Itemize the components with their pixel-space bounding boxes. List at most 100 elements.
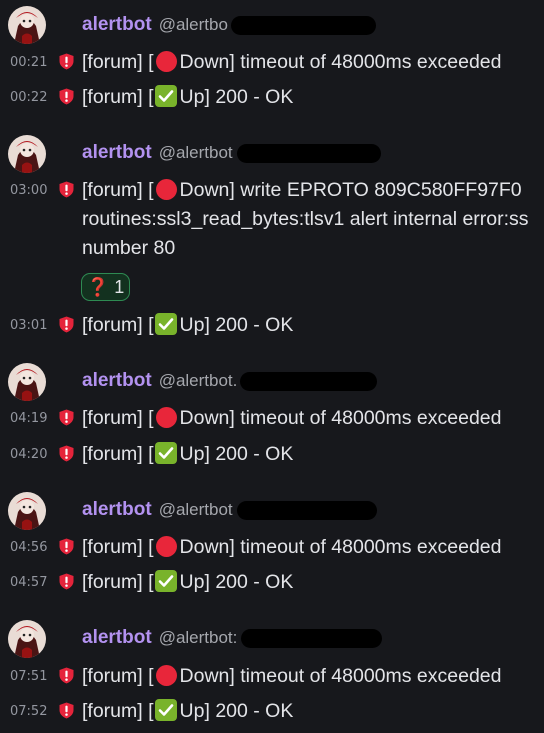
service-tag: [forum] bbox=[82, 443, 143, 465]
check-mark-icon bbox=[154, 570, 177, 592]
service-tag: [forum] bbox=[82, 86, 143, 108]
status-label: Up bbox=[179, 571, 205, 593]
message-header: alertbot @alertbot bbox=[82, 141, 233, 165]
message-timestamp[interactable]: 03:00 bbox=[10, 183, 47, 198]
message-header: alertbot @alertbot bbox=[82, 498, 233, 522]
redaction-bar bbox=[241, 629, 382, 648]
shield-alert-icon bbox=[59, 538, 74, 555]
status-detail: timeout of 48000ms exceeded bbox=[240, 665, 502, 687]
message-text-continuation: number 80 bbox=[82, 237, 176, 259]
message-text: [forum] [Down] write EPROTO 809C580FF97F… bbox=[82, 179, 522, 201]
message-text: [forum] [Down] timeout of 48000ms exceed… bbox=[82, 536, 502, 558]
redaction-bar bbox=[237, 501, 377, 520]
message-timestamp[interactable]: 07:51 bbox=[10, 669, 47, 684]
message-text: [forum] [Up] 200 - OK bbox=[82, 313, 294, 336]
message-text-continuation: routines:ssl3_read_bytes:tlsv1 alert int… bbox=[82, 208, 529, 230]
check-mark-icon bbox=[154, 313, 177, 335]
sender-handle: @alertbot: bbox=[158, 628, 238, 647]
message-timestamp[interactable]: 04:56 bbox=[10, 540, 47, 555]
sender-handle: @alertbot bbox=[158, 500, 233, 519]
check-mark-icon bbox=[154, 699, 177, 721]
status-detail: timeout of 48000ms exceeded bbox=[240, 536, 502, 558]
status-detail: 200 - OK bbox=[215, 86, 294, 108]
service-tag: [forum] bbox=[82, 314, 143, 336]
shield-alert-icon bbox=[59, 445, 74, 462]
service-tag: [forum] bbox=[82, 536, 143, 558]
status-detail: write EPROTO 809C580FF97F0 bbox=[240, 179, 522, 201]
message-timestamp[interactable]: 04:20 bbox=[10, 447, 47, 462]
status-detail: 200 - OK bbox=[215, 700, 294, 722]
avatar[interactable] bbox=[8, 363, 46, 401]
message-text: [forum] [Down] timeout of 48000ms exceed… bbox=[82, 51, 502, 73]
service-tag: [forum] bbox=[82, 700, 143, 722]
question-mark-icon: ❓ bbox=[86, 276, 110, 298]
avatar[interactable] bbox=[8, 6, 46, 44]
sender-display-name[interactable]: alertbot bbox=[82, 499, 152, 521]
status-label: Down bbox=[179, 407, 230, 429]
shield-alert-icon bbox=[59, 409, 74, 426]
message-header: alertbot @alertbo bbox=[82, 13, 228, 37]
shield-alert-icon bbox=[59, 88, 74, 105]
sender-handle: @alertbo bbox=[158, 15, 228, 34]
message-text: [forum] [Up] 200 - OK bbox=[82, 85, 294, 108]
status-label: Down bbox=[179, 665, 230, 687]
status-label: Up bbox=[179, 700, 205, 722]
red-circle-icon bbox=[155, 179, 177, 200]
chat-timeline: alertbot @alertbo 00:21 [forum] [Down] t… bbox=[0, 0, 544, 733]
avatar[interactable] bbox=[8, 135, 46, 173]
shield-alert-icon bbox=[59, 316, 74, 333]
message-timestamp[interactable]: 00:22 bbox=[10, 90, 47, 105]
redaction-bar bbox=[231, 16, 376, 35]
reaction-pill[interactable]: ❓ 1 bbox=[81, 273, 130, 301]
sender-display-name[interactable]: alertbot bbox=[82, 627, 152, 649]
message-text: [forum] [Down] timeout of 48000ms exceed… bbox=[82, 665, 502, 687]
sender-handle: @alertbot. bbox=[158, 371, 238, 390]
shield-alert-icon bbox=[59, 573, 74, 590]
check-mark-icon bbox=[154, 85, 177, 107]
service-tag: [forum] bbox=[82, 571, 143, 593]
message-text: [forum] [Up] 200 - OK bbox=[82, 570, 294, 593]
redaction-bar bbox=[240, 372, 377, 391]
message-timestamp[interactable]: 04:19 bbox=[10, 411, 47, 426]
message-timestamp[interactable]: 07:52 bbox=[10, 704, 47, 719]
service-tag: [forum] bbox=[82, 407, 143, 429]
message-header: alertbot @alertbot. bbox=[82, 369, 237, 393]
sender-display-name[interactable]: alertbot bbox=[82, 14, 152, 36]
red-circle-icon bbox=[155, 407, 177, 428]
status-label: Up bbox=[179, 314, 205, 336]
status-detail: 200 - OK bbox=[215, 443, 294, 465]
message-timestamp[interactable]: 00:21 bbox=[10, 55, 47, 70]
message-timestamp[interactable]: 03:01 bbox=[10, 318, 47, 333]
status-detail: timeout of 48000ms exceeded bbox=[240, 51, 502, 73]
status-detail: timeout of 48000ms exceeded bbox=[240, 407, 502, 429]
shield-alert-icon bbox=[59, 181, 74, 198]
sender-handle: @alertbot bbox=[158, 143, 233, 162]
message-text: [forum] [Down] timeout of 48000ms exceed… bbox=[82, 407, 502, 429]
avatar[interactable] bbox=[8, 620, 46, 658]
service-tag: [forum] bbox=[82, 665, 143, 687]
message-text: [forum] [Up] 200 - OK bbox=[82, 442, 294, 465]
shield-alert-icon bbox=[59, 667, 74, 684]
sender-display-name[interactable]: alertbot bbox=[82, 142, 152, 164]
status-detail: 200 - OK bbox=[215, 314, 294, 336]
status-label: Up bbox=[179, 443, 205, 465]
check-mark-icon bbox=[154, 442, 177, 464]
sender-display-name[interactable]: alertbot bbox=[82, 370, 152, 392]
message-timestamp[interactable]: 04:57 bbox=[10, 575, 47, 590]
status-label: Down bbox=[179, 536, 230, 558]
status-label: Up bbox=[179, 86, 205, 108]
status-detail: 200 - OK bbox=[215, 571, 294, 593]
shield-alert-icon bbox=[59, 53, 74, 70]
red-circle-icon bbox=[155, 51, 177, 72]
service-tag: [forum] bbox=[82, 51, 143, 73]
message-text: [forum] [Up] 200 - OK bbox=[82, 699, 294, 722]
avatar[interactable] bbox=[8, 492, 46, 530]
redaction-bar bbox=[237, 144, 381, 163]
red-circle-icon bbox=[155, 665, 177, 686]
status-label: Down bbox=[179, 179, 230, 201]
service-tag: [forum] bbox=[82, 179, 143, 201]
shield-alert-icon bbox=[59, 702, 74, 719]
status-label: Down bbox=[179, 51, 230, 73]
message-header: alertbot @alertbot: bbox=[82, 626, 237, 650]
red-circle-icon bbox=[155, 536, 177, 557]
